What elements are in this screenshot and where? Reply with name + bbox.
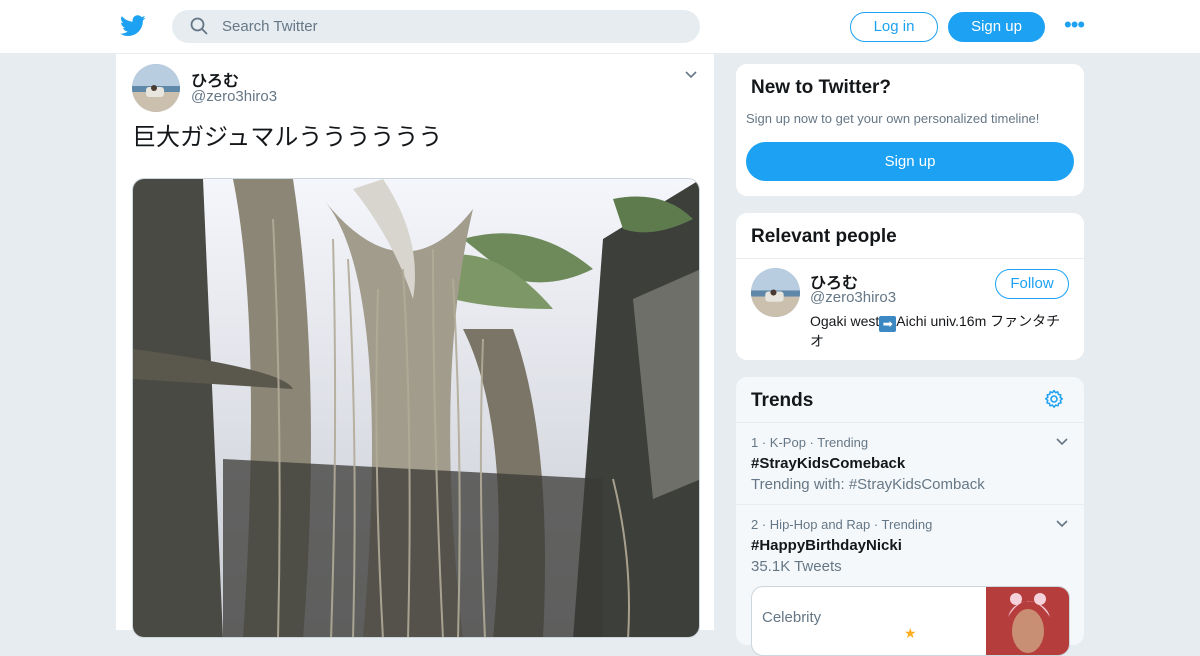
tweet-card: ひろむ @zero3hiro3 巨大ガジュマルうううううう [115,54,715,638]
more-options-icon[interactable]: ••• [1064,14,1086,36]
signup-button[interactable]: Sign up [948,12,1045,42]
divider [736,504,1084,505]
news-category: Celebrity [762,609,822,626]
tweet-author-handle[interactable]: @zero3hiro3 [191,88,277,105]
chevron-down-icon[interactable] [1055,519,1069,529]
avatar[interactable] [751,268,800,317]
card-title: Relevant people [751,226,897,247]
trend-rank: 2 [751,517,759,532]
card-subtitle: Sign up now to get your own personalized… [746,111,1040,126]
search-icon [190,17,208,35]
trend-name[interactable]: #HappyBirthdayNicki [751,537,902,554]
trend-subtitle: 35.1K Tweets [751,558,842,575]
relevant-people-card: Relevant people ひろむ @zero3hiro3 Follow O… [735,212,1085,361]
follow-button[interactable]: Follow [995,269,1069,299]
divider [736,258,1084,259]
new-to-twitter-card: New to Twitter? Sign up now to get your … [735,63,1085,197]
person-bio: Ogaki west ➡ Aichi univ.16m ファンタチオ [810,312,1072,351]
avatar[interactable] [132,64,180,112]
bio-text-start: Ogaki west [810,313,880,329]
divider [736,422,1084,423]
trend-meta: 2 · Hip-Hop and Rap · Trending [751,517,933,532]
card-title: New to Twitter? [751,77,892,98]
search-placeholder: Search Twitter [222,18,318,35]
star-icon: ★ [904,625,917,641]
top-navigation-bar: Search Twitter Log in Sign up ••• [0,0,1200,54]
twitter-logo-icon[interactable] [120,14,146,38]
tweet-photo[interactable] [132,178,700,638]
arrow-right-icon: ➡ [879,316,897,332]
trend-category: K-Pop · Trending [769,435,869,450]
gear-icon[interactable] [1044,389,1064,409]
login-button[interactable]: Log in [850,12,938,42]
trend-meta: 1 · K-Pop · Trending [751,435,869,450]
signup-large-button[interactable]: Sign up [746,142,1074,181]
news-card[interactable]: Celebrity ★ [751,586,1070,656]
card-title: Trends [751,390,814,411]
person-handle[interactable]: @zero3hiro3 [810,289,896,306]
trend-rank: 1 [751,435,759,450]
tweet-text: 巨大ガジュマルうううううう [132,124,443,151]
trend-name[interactable]: #StrayKidsComeback [751,455,905,472]
chevron-down-icon[interactable] [1055,437,1069,447]
chevron-down-icon[interactable] [684,70,698,80]
trends-card: Trends 1 · K-Pop · Trending #StrayKidsCo… [735,376,1085,656]
trend-category: Hip-Hop and Rap · Trending [769,517,933,532]
news-thumbnail [986,587,1069,655]
trend-subtitle: Trending with: #StrayKidsComback [751,476,985,493]
